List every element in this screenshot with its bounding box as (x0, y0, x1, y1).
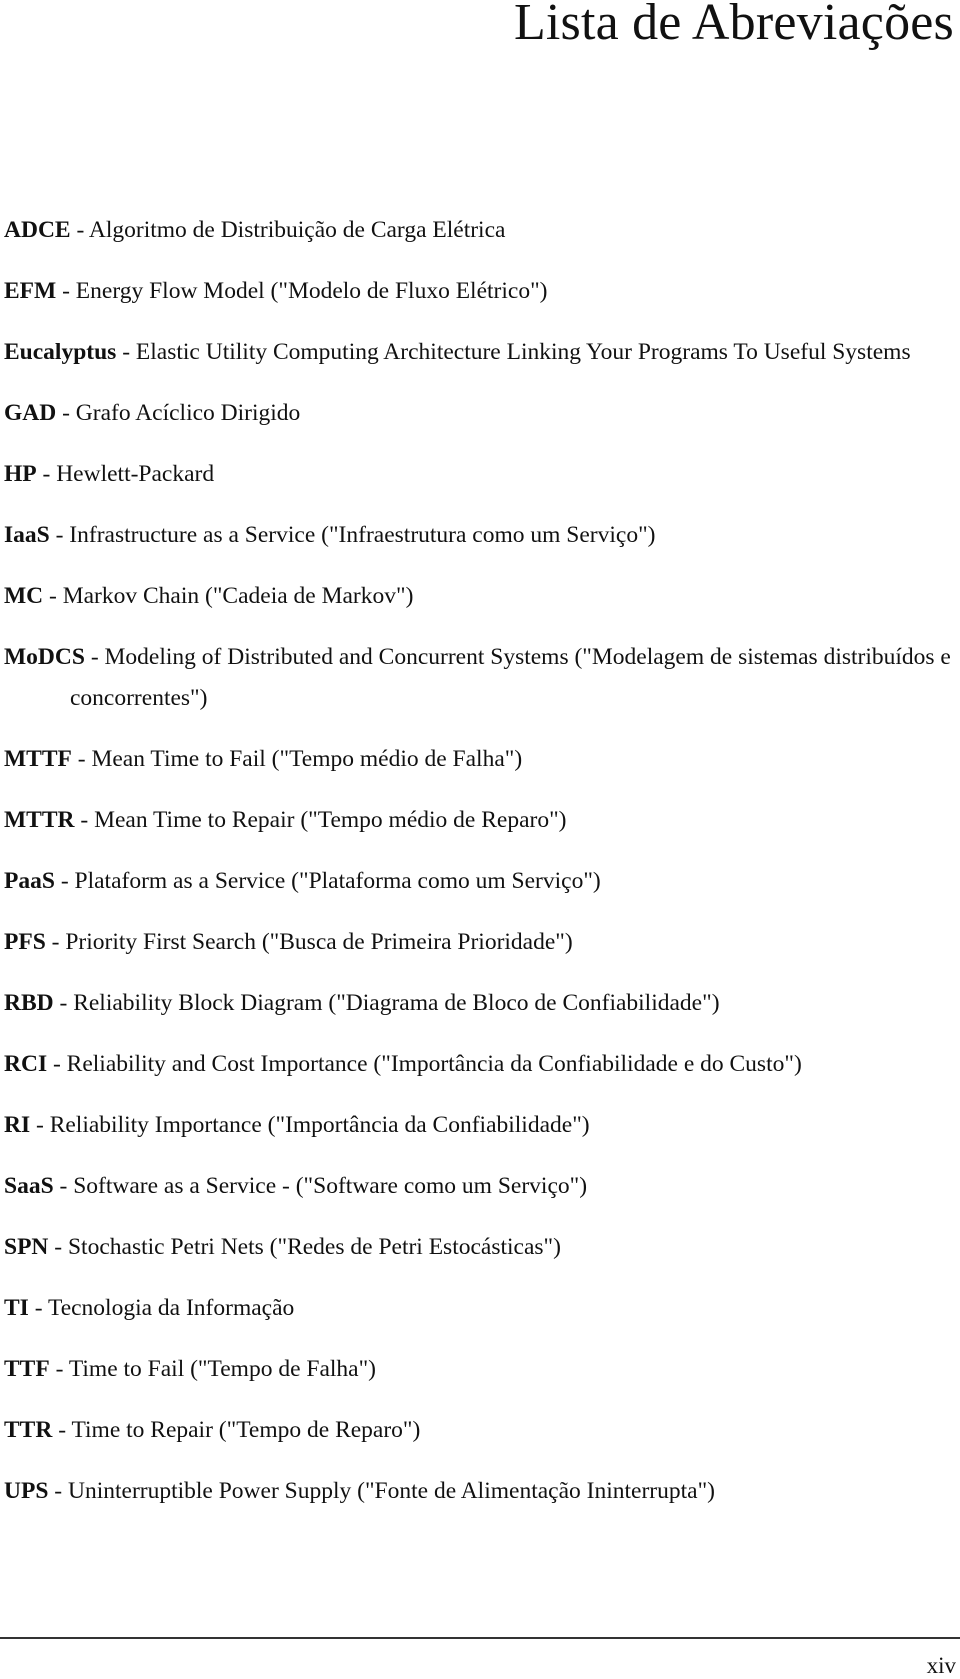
abbreviation-entry: EFM - Energy Flow Model ("Modelo de Flux… (4, 271, 956, 312)
abbreviation-definition: - Plataform as a Service ("Plataforma co… (54, 868, 601, 894)
abbreviation-entry: UPS - Uninterruptible Power Supply ("Fon… (4, 1471, 956, 1512)
abbreviation-entry: IaaS - Infrastructure as a Service ("Inf… (4, 515, 956, 556)
abbreviation-definition: - Software as a Service - ("Software com… (53, 1173, 588, 1199)
abbreviation-definition: - Reliability Importance ("Importância d… (30, 1112, 590, 1138)
abbreviation-definition: - Energy Flow Model ("Modelo de Fluxo El… (56, 278, 548, 304)
abbreviation-term: GAD (4, 400, 57, 426)
abbreviation-definition: - Elastic Utility Computing Architecture… (116, 339, 911, 365)
abbreviation-term: IaaS (4, 522, 50, 548)
abbreviation-definition: - Priority First Search ("Busca de Prime… (45, 929, 573, 955)
abbreviation-term: MTTR (4, 807, 75, 833)
abbreviation-entry: SPN - Stochastic Petri Nets ("Redes de P… (4, 1227, 956, 1268)
abbreviation-entry: MTTR - Mean Time to Repair ("Tempo médio… (4, 800, 956, 841)
abbreviation-entry: ADCE - Algoritmo de Distribuição de Carg… (4, 210, 956, 251)
abbreviation-definition: - Stochastic Petri Nets ("Redes de Petri… (48, 1234, 561, 1260)
abbreviation-definition: - Reliability and Cost Importance ("Impo… (47, 1051, 802, 1077)
abbreviation-entry: GAD - Grafo Acíclico Dirigido (4, 393, 956, 434)
abbreviation-definition: - Markov Chain ("Cadeia de Markov") (43, 583, 414, 609)
abbreviation-entry: RCI - Reliability and Cost Importance ("… (4, 1044, 956, 1085)
abbreviation-entry: Eucalyptus - Elastic Utility Computing A… (4, 332, 956, 373)
page-title: Lista de Abreviações (513, 0, 954, 51)
abbreviation-entry: HP - Hewlett-Packard (4, 454, 956, 495)
abbreviation-entry: PFS - Priority First Search ("Busca de P… (4, 922, 956, 963)
abbreviation-entry: TTF - Time to Fail ("Tempo de Falha") (4, 1349, 956, 1390)
abbreviation-entry: MoDCS - Modeling of Distributed and Conc… (4, 637, 956, 719)
abbreviation-list: ADCE - Algoritmo de Distribuição de Carg… (4, 210, 956, 1512)
abbreviation-definition: - Uninterruptible Power Supply ("Fonte d… (48, 1478, 715, 1504)
abbreviation-definition: - Mean Time to Fail ("Tempo médio de Fal… (71, 746, 523, 772)
abbreviation-term: PFS (4, 929, 46, 955)
abbreviation-definition: - Grafo Acíclico Dirigido (56, 400, 301, 426)
footer-rule (0, 1637, 960, 1639)
abbreviation-term: RI (4, 1112, 31, 1138)
abbreviation-term: UPS (4, 1478, 49, 1504)
abbreviation-entry: SaaS - Software as a Service - ("Softwar… (4, 1166, 956, 1207)
abbreviation-term: SPN (4, 1234, 49, 1260)
abbreviation-definition: - Reliability Block Diagram ("Diagrama d… (53, 990, 720, 1016)
abbreviation-definition: - Modeling of Distributed and Concurrent… (70, 644, 951, 711)
abbreviation-term: HP (4, 461, 37, 487)
abbreviation-term: TI (4, 1295, 29, 1321)
abbreviation-entry: MC - Markov Chain ("Cadeia de Markov") (4, 576, 956, 617)
abbreviation-term: TTF (4, 1356, 50, 1382)
abbreviation-term: SaaS (4, 1173, 54, 1199)
abbreviation-term: PaaS (4, 868, 55, 894)
abbreviation-entry: RI - Reliability Importance ("Importânci… (4, 1105, 956, 1146)
abbreviation-term: MC (4, 583, 44, 609)
abbreviation-definition: - Time to Repair ("Tempo de Reparo") (52, 1417, 421, 1443)
abbreviation-term: TTR (4, 1417, 53, 1443)
abbreviation-entry: TTR - Time to Repair ("Tempo de Reparo") (4, 1410, 956, 1451)
abbreviation-term: Eucalyptus (4, 339, 117, 365)
abbreviation-entry: TI - Tecnologia da Informação (4, 1288, 956, 1329)
abbreviation-definition: - Tecnologia da Informação (28, 1295, 295, 1321)
abbreviation-term: EFM (4, 278, 57, 304)
abbreviation-definition: - Mean Time to Repair ("Tempo médio de R… (74, 807, 567, 833)
abbreviation-entry: PaaS - Plataform as a Service ("Platafor… (4, 861, 956, 902)
abbreviation-entry: RBD - Reliability Block Diagram ("Diagra… (4, 983, 956, 1024)
abbreviation-term: ADCE (4, 217, 71, 243)
abbreviation-definition: - Infrastructure as a Service ("Infraest… (49, 522, 656, 548)
abbreviation-term: MTTF (4, 746, 72, 772)
abbreviation-entry: MTTF - Mean Time to Fail ("Tempo médio d… (4, 739, 956, 780)
abbreviation-term: RBD (4, 990, 54, 1016)
abbreviation-definition: - Hewlett-Packard (36, 461, 215, 487)
abbreviation-term: RCI (4, 1051, 48, 1077)
page-number: xiv (926, 1653, 956, 1678)
abbreviation-definition: - Time to Fail ("Tempo de Falha") (49, 1356, 376, 1382)
abbreviation-definition: - Algoritmo de Distribuição de Carga Elé… (70, 217, 506, 243)
abbreviation-term: MoDCS (4, 644, 85, 670)
